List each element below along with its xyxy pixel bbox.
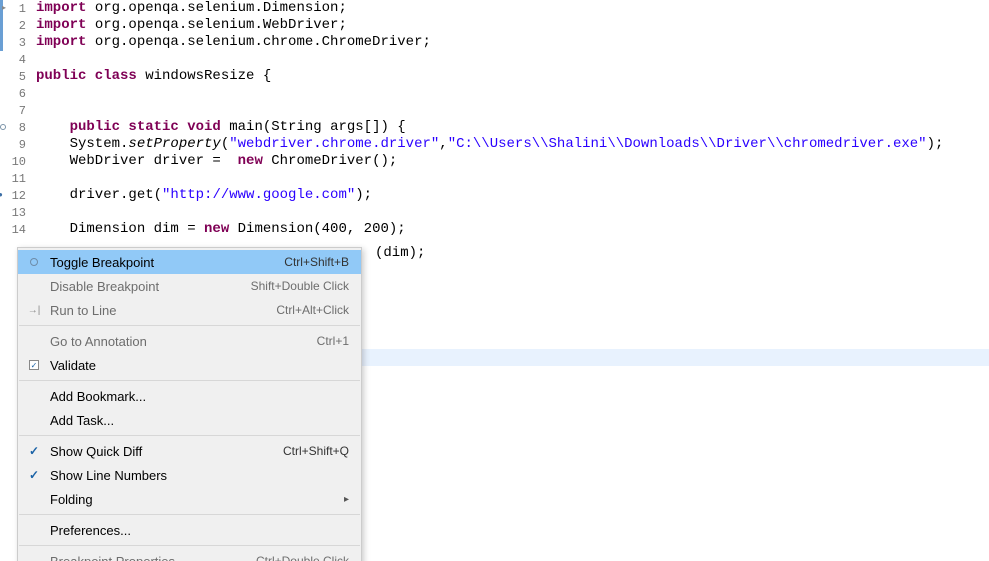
code-line-8[interactable]: public static void main(String args[]) {	[36, 119, 989, 136]
menu-separator	[19, 325, 360, 326]
menu-item-add-bookmark[interactable]: Add Bookmark...	[18, 384, 361, 408]
run-to-line-icon: →|	[28, 305, 41, 316]
gutter-line-5[interactable]: 5	[0, 68, 30, 85]
menu-item-label: Run to Line	[46, 303, 276, 318]
menu-separator	[19, 545, 360, 546]
code-line-14[interactable]: Dimension dim = new Dimension(400, 200);	[36, 221, 989, 238]
menu-item-shortcut: Ctrl+Double Click	[256, 554, 349, 561]
menu-separator	[19, 514, 360, 515]
menu-separator	[19, 380, 360, 381]
menu-item-breakpoint-properties: Breakpoint Properties...Ctrl+Double Clic…	[18, 549, 361, 561]
gutter-line-8[interactable]: 8	[0, 119, 30, 136]
menu-item-shortcut: Shift+Double Click	[251, 279, 349, 293]
menu-item-shortcut: Ctrl+Shift+B	[284, 255, 349, 269]
gutter-line-10[interactable]: 10	[0, 153, 30, 170]
menu-separator	[19, 435, 360, 436]
menu-item-label: Folding	[46, 492, 344, 507]
menu-item-label: Toggle Breakpoint	[46, 255, 284, 270]
check-icon: ✓	[29, 468, 39, 482]
gutter-line-9[interactable]: 9	[0, 136, 30, 153]
method-marker-icon	[0, 124, 8, 132]
menu-item-label: Preferences...	[46, 523, 349, 538]
submenu-arrow-icon: ▸	[344, 494, 349, 505]
gutter-line-13[interactable]: 13	[0, 204, 30, 221]
menu-item-label: Breakpoint Properties...	[46, 554, 256, 561]
code-line-3[interactable]: import org.openqa.selenium.chrome.Chrome…	[36, 34, 989, 51]
menu-item-shortcut: Ctrl+Shift+Q	[283, 444, 349, 458]
code-line-11[interactable]	[36, 170, 989, 187]
gutter-line-7[interactable]: 7	[0, 102, 30, 119]
menu-item-show-quick-diff[interactable]: ✓ Show Quick DiffCtrl+Shift+Q	[18, 439, 361, 463]
breakpoint-icon	[30, 258, 38, 266]
menu-item-show-line-numbers[interactable]: ✓ Show Line Numbers	[18, 463, 361, 487]
menu-item-add-task[interactable]: Add Task...	[18, 408, 361, 432]
checkbox-icon: ✓	[29, 360, 39, 370]
menu-item-label: Add Bookmark...	[46, 389, 349, 404]
gutter-line-12[interactable]: 12●	[0, 187, 30, 204]
menu-item-label: Add Task...	[46, 413, 349, 428]
code-line-1[interactable]: import org.openqa.selenium.Dimension;	[36, 0, 989, 17]
code-line-6[interactable]	[36, 85, 989, 102]
menu-item-shortcut: Ctrl+Alt+Click	[276, 303, 349, 317]
code-line-2[interactable]: import org.openqa.selenium.WebDriver;	[36, 17, 989, 34]
code-line-5[interactable]: public class windowsResize {	[36, 68, 989, 85]
check-icon: ✓	[29, 444, 39, 458]
menu-item-label: Go to Annotation	[46, 334, 317, 349]
fold-marker-icon: ▸	[2, 5, 10, 13]
info-marker-icon: ●	[0, 192, 6, 200]
menu-item-toggle-breakpoint[interactable]: Toggle BreakpointCtrl+Shift+B	[18, 250, 361, 274]
gutter-line-6[interactable]: 6	[0, 85, 30, 102]
menu-item-label: Show Line Numbers	[46, 468, 349, 483]
menu-item-preferences[interactable]: Preferences...	[18, 518, 361, 542]
menu-item-go-to-annotation: Go to AnnotationCtrl+1	[18, 329, 361, 353]
menu-item-label: Disable Breakpoint	[46, 279, 251, 294]
gutter-line-1[interactable]: 1▸	[0, 0, 30, 17]
menu-item-disable-breakpoint: Disable BreakpointShift+Double Click	[18, 274, 361, 298]
menu-item-label: Show Quick Diff	[46, 444, 283, 459]
code-line-4[interactable]	[36, 51, 989, 68]
code-fragment-line-15: (dim);	[375, 245, 425, 262]
gutter-line-14[interactable]: 14	[0, 221, 30, 238]
code-line-7[interactable]	[36, 102, 989, 119]
menu-item-shortcut: Ctrl+1	[317, 334, 349, 348]
menu-item-folding[interactable]: Folding▸	[18, 487, 361, 511]
gutter-line-3[interactable]: 3	[0, 34, 30, 51]
code-editor: 1▸23456789101112●1314 (dim); import org.…	[0, 0, 989, 561]
menu-item-label: Validate	[46, 358, 349, 373]
gutter-line-4[interactable]: 4	[0, 51, 30, 68]
gutter-context-menu: Toggle BreakpointCtrl+Shift+BDisable Bre…	[17, 247, 362, 561]
code-line-9[interactable]: System.setProperty("webdriver.chrome.dri…	[36, 136, 989, 153]
menu-item-validate[interactable]: ✓ Validate	[18, 353, 361, 377]
code-line-12[interactable]: driver.get("http://www.google.com");	[36, 187, 989, 204]
gutter-line-11[interactable]: 11	[0, 170, 30, 187]
code-line-10[interactable]: WebDriver driver = new ChromeDriver();	[36, 153, 989, 170]
gutter-line-2[interactable]: 2	[0, 17, 30, 34]
menu-item-run-to-line: →| Run to LineCtrl+Alt+Click	[18, 298, 361, 322]
code-line-13[interactable]	[36, 204, 989, 221]
